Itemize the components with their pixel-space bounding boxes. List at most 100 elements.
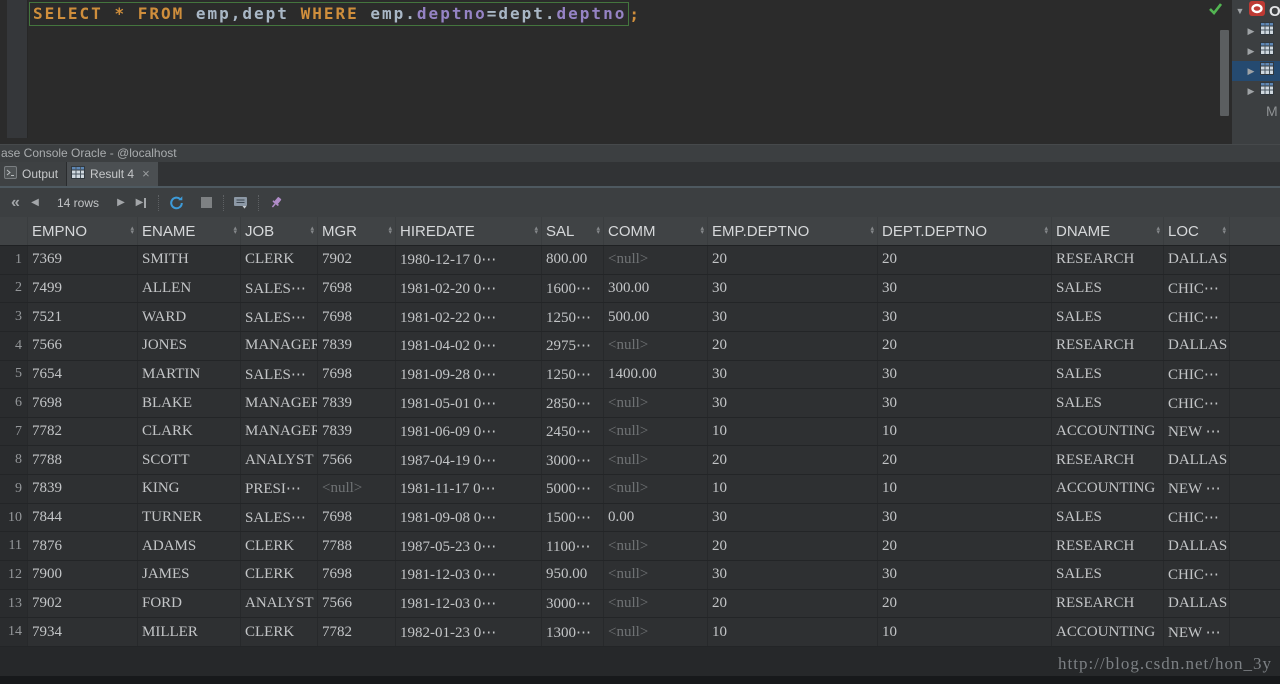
cell[interactable]: 0.00 (604, 503, 708, 532)
sql-token[interactable]: deptno (417, 4, 487, 23)
cell[interactable]: 1981-11-17 0⋯ (396, 475, 542, 503)
cell[interactable]: 7839 (318, 389, 396, 417)
cell[interactable]: SMITH (138, 246, 241, 274)
cell[interactable]: RESEARCH (1052, 589, 1164, 618)
cell[interactable]: 30 (878, 274, 1052, 303)
cell[interactable]: 1981-09-08 0⋯ (396, 503, 542, 532)
cell[interactable]: 7839 (28, 475, 138, 503)
cell[interactable]: 20 (708, 331, 878, 360)
cell[interactable]: 2450⋯ (542, 417, 604, 446)
cell[interactable]: 7782 (318, 618, 396, 646)
sql-token[interactable]: * (114, 4, 137, 23)
cell[interactable]: ADAMS (138, 532, 241, 561)
row-number[interactable]: 9 (0, 475, 28, 503)
cell[interactable]: 1100⋯ (542, 532, 604, 561)
sql-token[interactable]: . (405, 4, 417, 23)
cell[interactable]: DALLAS (1164, 246, 1230, 274)
cell[interactable]: SALES (1052, 503, 1164, 532)
cell[interactable]: DALLAS (1164, 589, 1230, 618)
cell[interactable]: ANALYST (241, 446, 318, 475)
cell[interactable]: 7566 (318, 446, 396, 475)
column-header-sal[interactable]: SAL ▴ ▾ (542, 217, 604, 245)
row-number[interactable]: 8 (0, 446, 28, 475)
row-number[interactable]: 1 (0, 246, 28, 274)
cell[interactable]: 10 (708, 618, 878, 646)
cell[interactable]: MANAGER (241, 331, 318, 360)
cell[interactable]: DALLAS (1164, 532, 1230, 561)
cell[interactable]: 1250⋯ (542, 360, 604, 389)
cell[interactable]: SALES⋯ (241, 503, 318, 532)
pin-tab-button[interactable] (266, 192, 286, 214)
cell[interactable]: 10 (878, 475, 1052, 503)
first-page-button[interactable]: « (5, 192, 25, 214)
cell[interactable]: CHIC⋯ (1164, 503, 1230, 532)
tree-item-partial[interactable]: M (1232, 101, 1280, 121)
cell[interactable]: SALES (1052, 360, 1164, 389)
chevron-right-icon[interactable]: ▶ (1246, 86, 1256, 97)
cell[interactable]: 1250⋯ (542, 303, 604, 331)
chevron-down-icon[interactable]: ▼ (1235, 6, 1245, 16)
cell[interactable]: 7902 (28, 589, 138, 618)
cell[interactable]: 5000⋯ (542, 475, 604, 503)
stop-button[interactable] (196, 192, 216, 214)
cell[interactable]: <null> (604, 475, 708, 503)
cell[interactable]: 30 (708, 561, 878, 589)
row-number[interactable]: 2 (0, 274, 28, 303)
cell[interactable]: RESEARCH (1052, 532, 1164, 561)
cell[interactable]: 3000⋯ (542, 446, 604, 475)
cell[interactable]: 7654 (28, 360, 138, 389)
cell[interactable]: ACCOUNTING (1052, 618, 1164, 646)
column-header-hiredate[interactable]: HIREDATE ▴ ▾ (396, 217, 542, 245)
cell[interactable]: 1982-01-23 0⋯ (396, 618, 542, 646)
cell[interactable]: WARD (138, 303, 241, 331)
column-header-dname[interactable]: DNAME ▴ ▾ (1052, 217, 1164, 245)
cell[interactable]: <null> (604, 331, 708, 360)
cell[interactable]: <null> (604, 389, 708, 417)
cell[interactable]: 2975⋯ (542, 331, 604, 360)
cell[interactable]: 300.00 (604, 274, 708, 303)
cell[interactable]: FORD (138, 589, 241, 618)
cell[interactable]: 1500⋯ (542, 503, 604, 532)
cell[interactable]: NEW ⋯ (1164, 475, 1230, 503)
reload-page-button[interactable] (166, 192, 186, 214)
cell[interactable]: 1987-04-19 0⋯ (396, 446, 542, 475)
cell[interactable]: <null> (318, 475, 396, 503)
cell[interactable]: 7566 (318, 589, 396, 618)
row-number[interactable]: 5 (0, 360, 28, 389)
cell[interactable]: CHIC⋯ (1164, 360, 1230, 389)
cell[interactable]: 30 (878, 360, 1052, 389)
cell[interactable]: 2850⋯ (542, 389, 604, 417)
cell[interactable]: 30 (708, 274, 878, 303)
cell[interactable]: 20 (708, 532, 878, 561)
cell[interactable]: CLERK (241, 618, 318, 646)
cell[interactable]: 10 (708, 417, 878, 446)
cell[interactable]: DALLAS (1164, 331, 1230, 360)
cell[interactable]: 20 (878, 589, 1052, 618)
column-header-empno[interactable]: EMPNO ▴ ▾ (28, 217, 138, 245)
column-header-job[interactable]: JOB ▴ ▾ (241, 217, 318, 245)
cell[interactable]: CLERK (241, 532, 318, 561)
tab-result-4[interactable]: Result 4 × (67, 162, 158, 186)
cell[interactable]: 1981-09-28 0⋯ (396, 360, 542, 389)
cell[interactable]: 7934 (28, 618, 138, 646)
cell[interactable]: 1981-12-03 0⋯ (396, 561, 542, 589)
cell[interactable]: SALES⋯ (241, 360, 318, 389)
cell[interactable]: NEW ⋯ (1164, 618, 1230, 646)
cell[interactable]: <null> (604, 589, 708, 618)
cell[interactable]: 7782 (28, 417, 138, 446)
cell[interactable]: 30 (878, 503, 1052, 532)
cell[interactable]: 1987-05-23 0⋯ (396, 532, 542, 561)
editor-scrollbar-thumb[interactable] (1220, 30, 1229, 116)
cell[interactable]: 7698 (318, 561, 396, 589)
cell[interactable]: 1981-12-03 0⋯ (396, 589, 542, 618)
cell[interactable]: 7876 (28, 532, 138, 561)
column-header-ename[interactable]: ENAME ▴ ▾ (138, 217, 241, 245)
cell[interactable]: 1981-02-20 0⋯ (396, 274, 542, 303)
column-header-comm[interactable]: COMM ▴ ▾ (604, 217, 708, 245)
cell[interactable]: RESEARCH (1052, 446, 1164, 475)
column-header-emp-deptno[interactable]: EMP.DEPTNO ▴ ▾ (708, 217, 878, 245)
cell[interactable]: ALLEN (138, 274, 241, 303)
cell[interactable]: <null> (604, 561, 708, 589)
tree-item-table[interactable]: ▶ (1232, 81, 1280, 101)
tree-item-table[interactable]: ▶ (1232, 21, 1280, 41)
